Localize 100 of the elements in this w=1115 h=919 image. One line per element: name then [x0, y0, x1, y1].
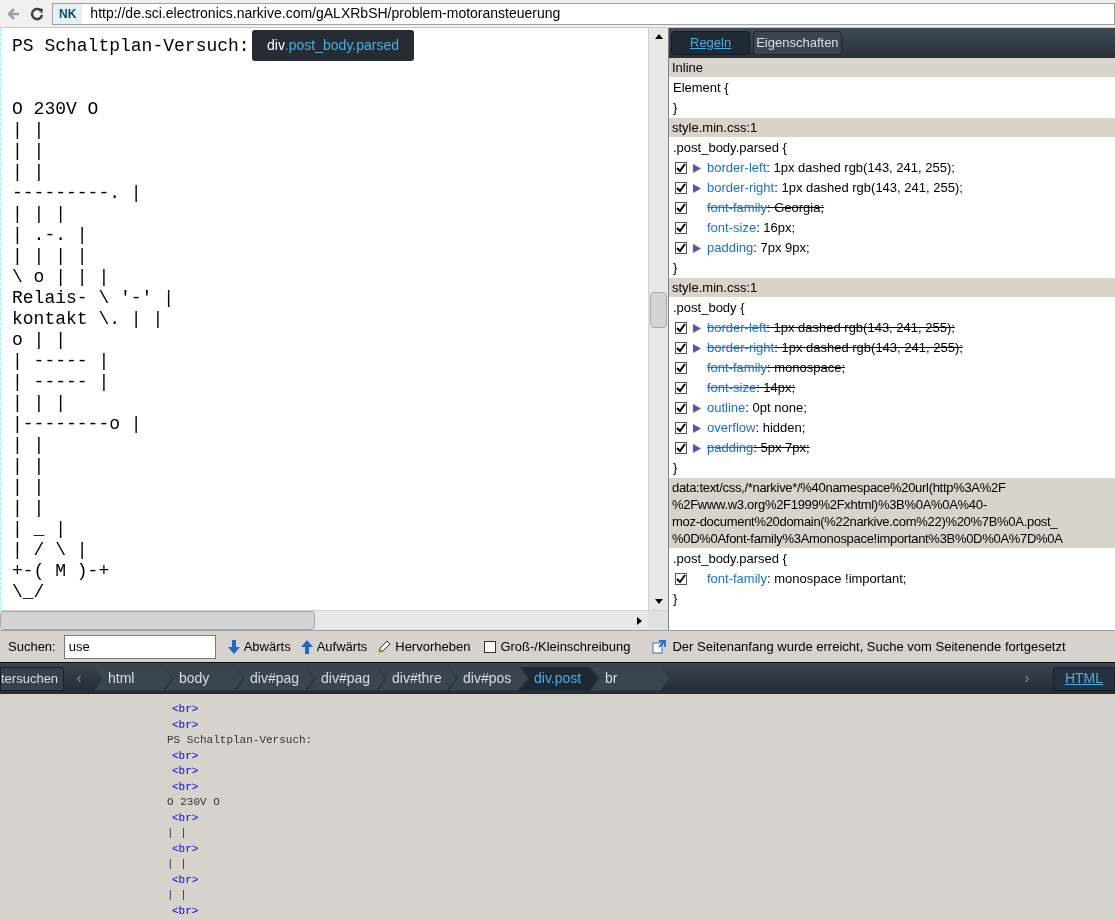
- property-checkbox[interactable]: [675, 573, 687, 585]
- diagram-line: | |: [12, 435, 45, 456]
- vertical-scrollbar[interactable]: [648, 28, 668, 610]
- html-tag: <br>: [172, 748, 199, 764]
- html-tag: <br>: [172, 717, 199, 733]
- property-value: : 14px;: [756, 379, 796, 397]
- reload-icon[interactable]: [30, 6, 44, 21]
- diagram-line: \_/: [12, 582, 45, 603]
- rule-source-text: %2Fwww.w3.org%2F1999%2Fxhtml)%3B%0A%0A%40-: [672, 496, 987, 513]
- html-tag: <br>: [172, 764, 199, 780]
- diagram-line: kontakt \. | |: [12, 309, 164, 330]
- rule-source-text: style.min.css:1: [672, 119, 758, 136]
- diagram-line: | ----- |: [12, 372, 110, 393]
- scroll-left-button[interactable]: ‹: [64, 668, 94, 689]
- rule-source-header[interactable]: style.min.css:1: [669, 118, 1115, 137]
- property-checkbox[interactable]: [675, 182, 687, 194]
- property-value: : 1px dashed rgb(143, 241, 255);: [774, 179, 963, 197]
- rule-selector: .post_body.parsed {: [673, 550, 787, 568]
- find-button[interactable]: Abwärts: [227, 636, 291, 657]
- horizontal-scrollbar[interactable]: [0, 610, 668, 630]
- property-value: : 1px dashed rgb(143, 241, 255);: [774, 339, 963, 357]
- tab[interactable]: Regeln: [671, 31, 751, 55]
- expand-triangle-icon[interactable]: [693, 423, 701, 433]
- breadcrumb-item[interactable]: div#pag: [236, 666, 314, 691]
- html-text: O 230V O: [167, 795, 220, 810]
- html-tag: <br>: [172, 779, 199, 795]
- rule-source-header[interactable]: Inline: [669, 58, 1115, 77]
- html-text: | |: [167, 888, 187, 903]
- property-checkbox[interactable]: [675, 382, 687, 394]
- property-checkbox[interactable]: [675, 422, 687, 434]
- breadcrumb-item[interactable]: div.post: [520, 666, 598, 691]
- expand-triangle-icon[interactable]: [693, 403, 701, 413]
- match-case-checkbox[interactable]: Groß-/Kleinschreibung: [484, 636, 631, 657]
- html-tag: <br>: [172, 702, 199, 718]
- rule-source-text: Inline: [672, 59, 704, 76]
- pencil-icon: [377, 639, 392, 654]
- property-value: : monospace;: [766, 359, 845, 377]
- property-value: : monospace !important;: [766, 570, 907, 588]
- rule-close-brace: }: [673, 459, 678, 477]
- diagram-line: +-( M )-+: [12, 561, 110, 582]
- property-checkbox[interactable]: [675, 362, 687, 374]
- breadcrumb-item[interactable]: br: [591, 666, 669, 691]
- diagram-line: | | |: [12, 393, 66, 414]
- breadcrumb-item[interactable]: body: [165, 666, 243, 691]
- up-arrow-icon: [300, 639, 313, 654]
- breadcrumb-item[interactable]: div#thre: [378, 666, 456, 691]
- url-field[interactable]: NK http://de.sci.electronics.narkive.com/gALXRbSH/problem-motoransteuerung: [52, 2, 1115, 25]
- html-text: | |: [167, 857, 187, 872]
- expand-triangle-icon[interactable]: [693, 243, 701, 253]
- property-checkbox[interactable]: [675, 402, 687, 414]
- property-name: font-family: [707, 570, 767, 588]
- html-tag: <br>: [172, 810, 199, 826]
- html-text: PS Schaltplan-Versuch:: [167, 733, 313, 748]
- breadcrumb-item[interactable]: div#pag: [307, 666, 385, 691]
- tab[interactable]: Eigenschaften: [753, 31, 842, 55]
- rule-source-text: moz-document%20domain(%22narkive.com%22)%20%7B%0A.post_: [672, 513, 1058, 530]
- diagram-line: O 230V O: [12, 99, 99, 120]
- property-checkbox[interactable]: [675, 242, 687, 254]
- property-value: : 0pt none;: [745, 399, 807, 417]
- expand-triangle-icon[interactable]: [693, 183, 701, 193]
- expand-triangle-icon[interactable]: [693, 323, 701, 333]
- diagram-line: | / \ |: [12, 540, 88, 561]
- find-button[interactable]: Hervorheben: [377, 636, 471, 657]
- inspect-button[interactable]: tersuchen: [0, 666, 64, 691]
- breadcrumb-item[interactable]: html: [94, 666, 172, 691]
- expand-triangle-icon[interactable]: [693, 163, 701, 173]
- search-field[interactable]: use: [63, 634, 216, 659]
- rule-selector: .post_body {: [673, 299, 745, 317]
- scrollbar-corner: [648, 611, 668, 630]
- expand-triangle-icon[interactable]: [693, 343, 701, 353]
- rule-selector: Element {: [673, 79, 729, 97]
- property-checkbox[interactable]: [675, 162, 687, 174]
- rule-source-text: style.min.css:1: [672, 279, 758, 296]
- scrollbar-thumb[interactable]: [650, 292, 667, 328]
- find-label: Suchen:: [8, 637, 56, 656]
- property-value: : Georgia;: [766, 199, 825, 217]
- property-checkbox[interactable]: [675, 342, 687, 354]
- scroll-right-button[interactable]: ›: [1015, 668, 1039, 689]
- breadcrumb-item[interactable]: div#pos: [449, 666, 527, 691]
- scrollbar-thumb[interactable]: [0, 611, 315, 630]
- property-checkbox[interactable]: [675, 202, 687, 214]
- diagram-line: | |: [12, 456, 45, 477]
- diagram-line: | |: [12, 120, 45, 141]
- find-button[interactable]: Aufwärts: [300, 636, 368, 657]
- rule-close-brace: }: [673, 590, 678, 608]
- rule-source-text: %0D%0Afont-family%3Amonospace!important%3B%0D%0A%7D%0A: [672, 530, 1063, 547]
- expand-triangle-icon[interactable]: [693, 443, 701, 453]
- property-checkbox[interactable]: [675, 222, 687, 234]
- diagram-line: | |: [12, 162, 45, 183]
- property-name: font-family: [707, 199, 767, 217]
- rule-close-brace: }: [673, 259, 678, 277]
- diagram-line: o | |: [12, 330, 66, 351]
- property-checkbox[interactable]: [675, 322, 687, 334]
- html-tag: <br>: [172, 903, 199, 919]
- html-panel-button[interactable]: HTML: [1053, 666, 1115, 691]
- rule-source-header[interactable]: style.min.css:1: [669, 278, 1115, 297]
- property-checkbox[interactable]: [675, 442, 687, 454]
- diagram-line: | | | |: [12, 246, 88, 267]
- rule-source-header[interactable]: [669, 478, 1115, 548]
- status-message: Der Seitenanfang wurde erreicht, Suche vom Seitenende fortgesetzt: [672, 637, 1066, 656]
